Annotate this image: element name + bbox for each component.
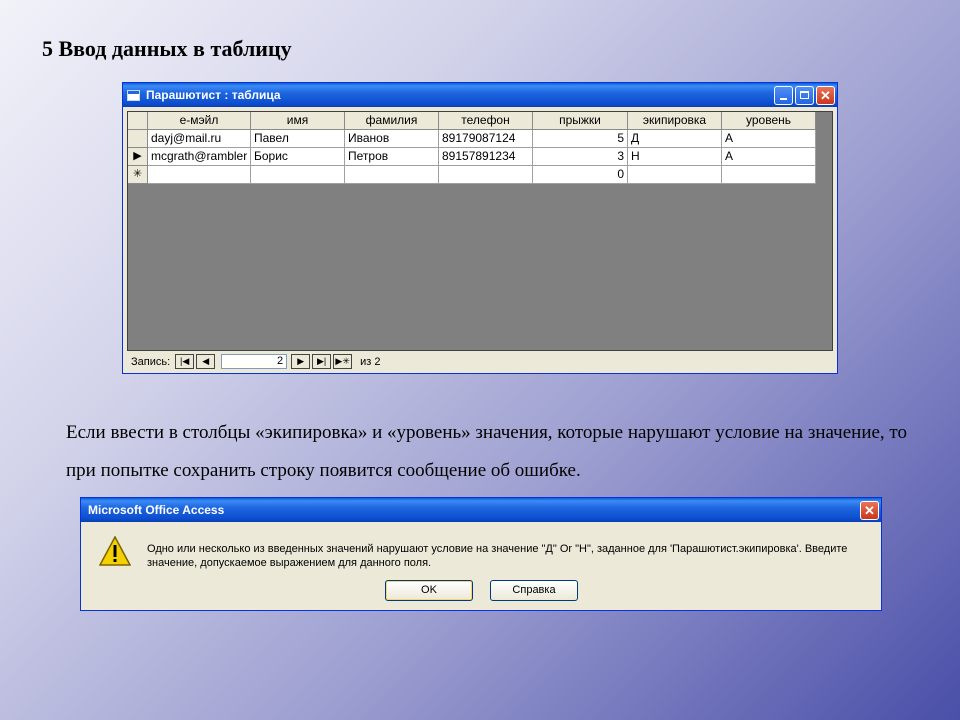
table-window-titlebar[interactable]: Парашютист : таблица ✕ (123, 83, 837, 107)
cell-jumps[interactable]: 3 (533, 148, 628, 166)
ok-button[interactable]: OK (385, 580, 473, 601)
help-button[interactable]: Справка (490, 580, 578, 601)
previous-record-button[interactable]: ◀ (196, 354, 216, 369)
cell-level[interactable]: А (722, 130, 816, 148)
new-record-icon[interactable]: ✳ (128, 166, 148, 184)
cell-jumps[interactable]: 0 (533, 166, 628, 184)
current-record-field[interactable]: 2 (221, 354, 288, 369)
column-header-gear[interactable]: экипировка (628, 112, 722, 130)
cell-level[interactable] (722, 166, 816, 184)
new-record-button[interactable]: ▶✳ (333, 354, 353, 369)
column-header-jumps[interactable]: прыжки (533, 112, 628, 130)
close-icon: ✕ (864, 502, 875, 518)
cell-surname[interactable] (345, 166, 439, 184)
cell-phone[interactable]: 89179087124 (439, 130, 533, 148)
cell-phone[interactable] (439, 166, 533, 184)
error-dialog-body: Одно или несколько из введенных значений… (81, 522, 881, 610)
error-message: Одно или несколько из введенных значений… (147, 543, 848, 569)
minimize-button[interactable] (774, 85, 793, 105)
table-icon (127, 89, 140, 101)
slide-title: 5 Ввод данных в таблицу (42, 36, 292, 61)
cell-email[interactable]: mcgrath@rambler (148, 148, 251, 166)
dialog-close-button[interactable]: ✕ (860, 500, 879, 520)
column-header-name[interactable]: имя (251, 112, 345, 130)
cell-gear[interactable] (628, 166, 722, 184)
table-window: Парашютист : таблица ✕ е-мэйл имя фамили… (122, 82, 838, 374)
select-all-corner[interactable] (128, 112, 148, 130)
column-header-level[interactable]: уровень (722, 112, 816, 130)
error-dialog-titlebar[interactable]: Microsoft Office Access ✕ (81, 498, 881, 522)
next-record-icon: ▶ (297, 356, 305, 366)
column-header-phone[interactable]: телефон (439, 112, 533, 130)
close-icon: ✕ (820, 87, 831, 103)
cell-gear[interactable]: Д (628, 130, 722, 148)
maximize-icon (800, 91, 809, 99)
record-label: Запись: (131, 355, 171, 368)
cell-jumps[interactable]: 5 (533, 130, 628, 148)
cell-name[interactable] (251, 166, 345, 184)
cell-level[interactable]: А (722, 148, 816, 166)
error-dialog: Microsoft Office Access ✕ Одно или неско… (80, 497, 882, 611)
column-header-surname[interactable]: фамилия (345, 112, 439, 130)
table-row: dayj@mail.ru Павел Иванов 89179087124 5 … (128, 130, 832, 148)
cell-gear[interactable]: Н (628, 148, 722, 166)
slide-text: Если ввести в столбцы «экипировка» и «ур… (66, 422, 907, 481)
first-record-button[interactable]: |◀ (175, 354, 195, 369)
minimize-icon (780, 98, 787, 100)
first-record-icon: |◀ (180, 356, 190, 366)
header-row: е-мэйл имя фамилия телефон прыжки экипир… (128, 112, 832, 130)
warning-icon (99, 536, 131, 566)
table-row: ▶ mcgrath@rambler Борис Петров 891578912… (128, 148, 832, 166)
new-record-nav-icon: ▶✳ (335, 356, 350, 366)
cell-surname[interactable]: Петров (345, 148, 439, 166)
last-record-button[interactable]: ▶| (312, 354, 332, 369)
maximize-button[interactable] (795, 85, 814, 105)
new-record-row: ✳ 0 (128, 166, 832, 184)
last-record-icon: ▶| (317, 356, 327, 366)
datasheet: е-мэйл имя фамилия телефон прыжки экипир… (127, 111, 833, 351)
record-count: из 2 (360, 355, 381, 368)
current-record-icon[interactable]: ▶ (128, 148, 148, 166)
previous-record-icon: ◀ (202, 356, 210, 366)
table-window-title: Парашютист : таблица (146, 88, 281, 102)
record-navigation: Запись: |◀ ◀ 2 ▶ ▶| ▶✳ из 2 (127, 352, 833, 371)
column-header-email[interactable]: е-мэйл (148, 112, 251, 130)
record-selector[interactable] (128, 130, 148, 148)
close-button[interactable]: ✕ (816, 85, 835, 105)
cell-email[interactable]: dayj@mail.ru (148, 130, 251, 148)
cell-phone[interactable]: 89157891234 (439, 148, 533, 166)
cell-name[interactable]: Павел (251, 130, 345, 148)
next-record-button[interactable]: ▶ (291, 354, 311, 369)
error-dialog-title: Microsoft Office Access (88, 503, 225, 517)
cell-email[interactable] (148, 166, 251, 184)
cell-name[interactable]: Борис (251, 148, 345, 166)
cell-surname[interactable]: Иванов (345, 130, 439, 148)
